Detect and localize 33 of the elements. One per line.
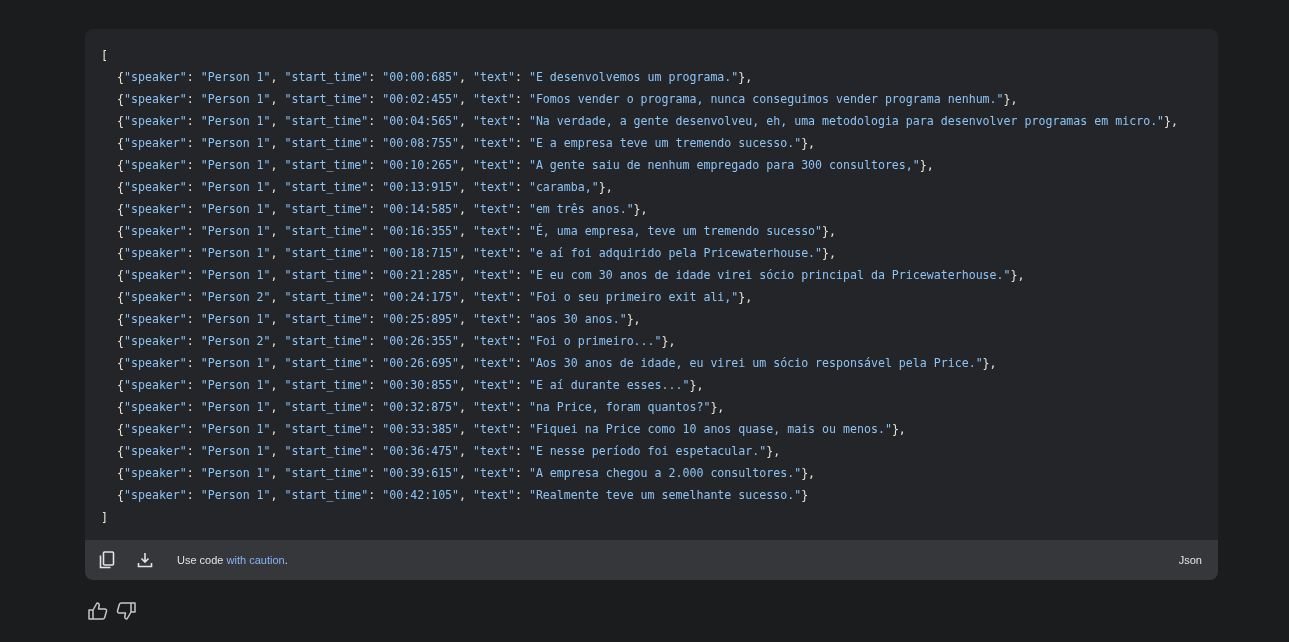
language-label: Json (1178, 554, 1202, 566)
code-line: {"speaker": "Person 1", "start_time": "00:13:915", "text": "caramba,"}, (117, 179, 614, 196)
code-line: {"speaker": "Person 1", "start_time": "00:42:105", "text": "Realmente teve um semelhante sucesso."} (117, 487, 810, 504)
code-line: {"speaker": "Person 1", "start_time": "00:21:285", "text": "E eu com 30 anos de idade virei sócio principal da Pricewaterhouse."}, (117, 267, 1026, 284)
code-line: {"speaker": "Person 1", "start_time": "00:26:695", "text": "Aos 30 anos de idade, eu virei um sócio responsável pela Price."}, (117, 355, 998, 372)
code-line: {"speaker": "Person 1", "start_time": "00:25:895", "text": "aos 30 anos."}, (117, 311, 642, 328)
download-button[interactable] (137, 552, 153, 568)
code-line: {"speaker": "Person 1", "start_time": "00:10:265", "text": "A gente saiu de nenhum empregado para 300 consultores,"}, (117, 157, 935, 174)
code-line: {"speaker": "Person 1", "start_time": "00:04:565", "text": "Na verdade, a gente desenvolveu, eh, uma metodologia para desenvolver programas em micro."}, (117, 113, 1180, 130)
copy-button[interactable] (99, 551, 115, 569)
copy-icon (99, 551, 115, 569)
code-line: {"speaker": "Person 2", "start_time": "00:26:355", "text": "Foi o primeiro..."}, (117, 333, 677, 350)
thumbs-up-button[interactable] (88, 602, 108, 620)
download-icon (137, 552, 153, 568)
code-line: {"speaker": "Person 1", "start_time": "00:02:455", "text": "Fomos vender o programa, nunca conseguimos vender programa nenhum."}, (117, 91, 1019, 108)
code-line: {"speaker": "Person 1", "start_time": "00:18:715", "text": "e aí foi adquirido pela Pricewaterhouse."}, (117, 245, 838, 262)
caution-notice: Use code with caution. (177, 554, 288, 566)
code-line: ] (101, 509, 109, 526)
code-line: {"speaker": "Person 1", "start_time": "00:30:855", "text": "E aí durante esses..."}, (117, 377, 705, 394)
code-line: {"speaker": "Person 1", "start_time": "00:14:585", "text": "em três anos."}, (117, 201, 649, 218)
thumbs-down-button[interactable] (116, 602, 136, 620)
caution-link[interactable]: with caution (226, 554, 285, 566)
code-line: {"speaker": "Person 1", "start_time": "00:16:355", "text": "É, uma empresa, teve um tremendo sucesso"}, (117, 222, 838, 240)
thumbs-up-icon (88, 602, 108, 620)
code-line: {"speaker": "Person 1", "start_time": "00:08:755", "text": "E a empresa teve um tremendo sucesso."}, (117, 135, 817, 152)
code-line: {"speaker": "Person 1", "start_time": "00:36:475", "text": "E nesse período foi espetacular."}, (117, 443, 782, 460)
thumbs-down-icon (116, 602, 136, 620)
code-line: [ (101, 47, 109, 64)
code-line: {"speaker": "Person 1", "start_time": "00:33:385", "text": "Fiquei na Price como 10 anos quase, mais ou menos."}, (117, 421, 907, 438)
code-line: {"speaker": "Person 1", "start_time": "00:32:875", "text": "na Price, foram quantos?"}, (117, 399, 726, 416)
code-line: {"speaker": "Person 1", "start_time": "00:39:615", "text": "A empresa chegou a 2.000 consultores."}, (117, 465, 817, 482)
code-line: {"speaker": "Person 2", "start_time": "00:24:175", "text": "Foi o seu primeiro exit ali,"}, (117, 289, 754, 306)
code-line: {"speaker": "Person 1", "start_time": "00:00:685", "text": "E desenvolvemos um programa."}, (117, 69, 754, 86)
